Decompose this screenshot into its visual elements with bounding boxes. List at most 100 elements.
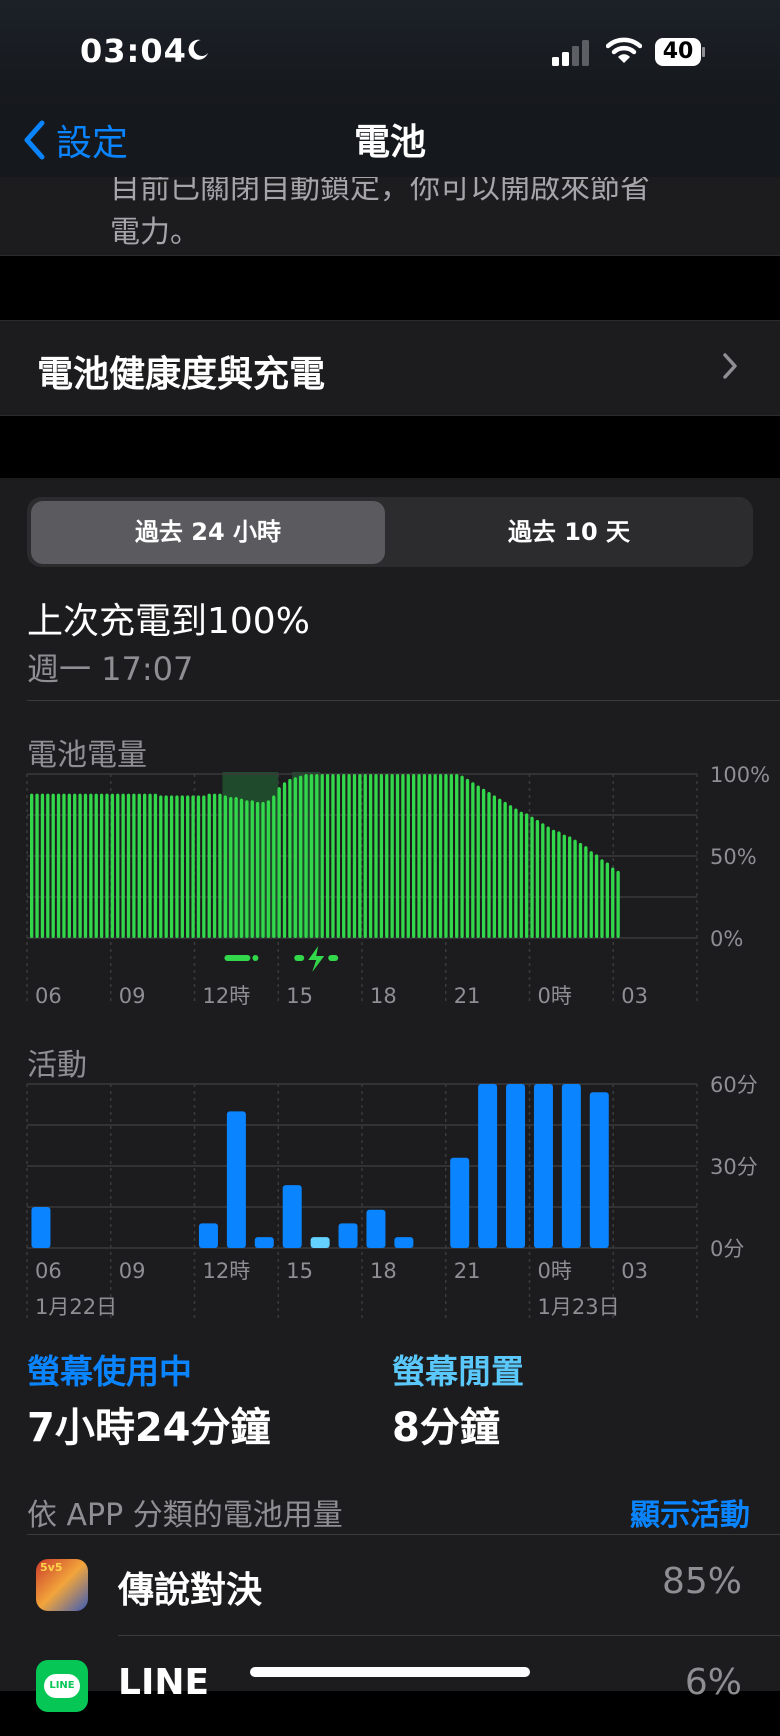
battery-x-label: 09 — [119, 984, 146, 1008]
battery-bar — [589, 851, 593, 938]
battery-bar — [40, 793, 45, 938]
last-charged-time: 週一 17:07 — [27, 650, 194, 688]
battery-bar — [277, 787, 281, 938]
battery-bar — [255, 801, 260, 938]
battery-bar — [239, 798, 244, 938]
battery-bar — [395, 774, 400, 938]
battery-bar — [67, 793, 71, 938]
activity-x-label: 03 — [621, 1259, 648, 1283]
battery-y-label-100: 100% — [710, 763, 770, 787]
segment-last-24-hours[interactable]: 過去 24 小時 — [31, 501, 385, 564]
activity-x-label: 21 — [454, 1259, 481, 1283]
battery-bar — [110, 793, 115, 938]
line-icon-bubble: LINE — [44, 1674, 80, 1698]
activity-chart: 06 09 12時 15 18 21 0時 03 1月22日 1月23日 60分 30分 0分 — [26, 1073, 758, 1319]
activity-x-label: 09 — [119, 1259, 146, 1283]
activity-x-label: 15 — [286, 1259, 313, 1283]
app-name: LINE — [118, 1662, 210, 1703]
battery-bar — [78, 793, 82, 938]
battery-bar — [137, 793, 141, 938]
auto-lock-note-clip: 目前已關閉自動鎖定，你可以開啟來節省 電力。 — [0, 177, 780, 255]
battery-bar — [266, 800, 271, 938]
battery-bar — [73, 793, 77, 938]
battery-bar — [51, 793, 55, 938]
battery-bar — [363, 774, 367, 938]
battery-bar — [379, 774, 384, 938]
focus-moon-icon — [188, 39, 208, 60]
home-indicator[interactable] — [250, 1667, 530, 1677]
battery-bar — [331, 774, 335, 938]
battery-bar — [503, 801, 507, 938]
battery-bar — [132, 793, 136, 938]
battery-bar — [508, 805, 513, 938]
battery-bar — [551, 829, 556, 938]
battery-level-text: 40 — [662, 39, 694, 64]
battery-bar — [433, 774, 437, 938]
battery-bar — [438, 774, 443, 938]
screen-idle-value: 8分鐘 — [392, 1405, 500, 1451]
screen-idle-bar — [310, 1237, 330, 1248]
battery-bar — [460, 775, 464, 938]
battery-bar — [196, 795, 201, 938]
battery-bar — [342, 774, 346, 938]
battery-bar — [320, 774, 324, 938]
battery-bar — [186, 795, 190, 938]
screen-active-label: 螢幕使用中 — [27, 1352, 192, 1391]
screen-active-bar — [450, 1157, 470, 1248]
battery-bar — [250, 800, 254, 938]
battery-bar — [546, 826, 550, 938]
battery-bar — [191, 795, 195, 938]
battery-bar — [487, 792, 491, 938]
battery-bar — [56, 793, 61, 938]
battery-bar — [471, 782, 475, 938]
line-app-icon: LINE — [36, 1660, 88, 1712]
battery-bar — [374, 774, 378, 938]
activity-x-label: 12時 — [203, 1259, 251, 1283]
segment-last-10-days[interactable]: 過去 10 天 — [392, 501, 746, 564]
battery-bar — [449, 774, 453, 938]
battery-bar — [272, 795, 276, 938]
screen-active-bar — [338, 1223, 358, 1248]
battery-bar — [116, 793, 120, 938]
activity-date-label: 1月22日 — [35, 1295, 117, 1319]
divider — [27, 700, 780, 701]
battery-bar — [578, 842, 583, 938]
battery-bar — [121, 793, 125, 938]
battery-indicator-icon: 40 — [655, 38, 705, 66]
battery-bar — [352, 774, 357, 938]
battery-bar — [299, 775, 303, 938]
screen-active-bar — [589, 1092, 609, 1248]
battery-bar — [358, 774, 362, 938]
cellular-signal-icon — [552, 40, 589, 66]
screen-active-value: 7小時24分鐘 — [27, 1405, 271, 1451]
show-activity-button[interactable]: 顯示活動 — [630, 1490, 750, 1534]
app-name: 傳說對決 — [118, 1570, 263, 1611]
battery-bar — [282, 782, 287, 938]
activity-y-label-60: 60分 — [710, 1073, 758, 1097]
battery-bar — [293, 777, 297, 938]
screen-active-bar — [394, 1237, 414, 1248]
battery-bar — [481, 788, 486, 938]
app-row-aov[interactable]: 5v5 傳說對決 85% — [0, 1535, 780, 1635]
app-row-line[interactable]: LINE LINE 6% — [0, 1636, 780, 1736]
battery-y-label-0: 0% — [710, 927, 743, 951]
battery-health-label: 電池健康度與充電 — [37, 354, 326, 395]
aov-icon-badge: 5v5 — [40, 1561, 63, 1574]
battery-bar — [406, 774, 410, 938]
battery-x-label: 15 — [286, 984, 313, 1008]
battery-bar — [455, 774, 459, 938]
activity-x-label: 18 — [370, 1259, 397, 1283]
battery-bar — [46, 793, 50, 938]
battery-bar — [605, 862, 610, 938]
battery-bar — [148, 793, 152, 938]
screen-active-bar — [254, 1237, 274, 1248]
aov-app-icon: 5v5 — [36, 1559, 88, 1611]
battery-bar — [202, 795, 206, 938]
screen-active-bar — [506, 1084, 526, 1248]
battery-bar — [535, 819, 540, 938]
auto-lock-note-line2: 電力。 — [110, 215, 200, 250]
screen-idle-label: 螢幕閒置 — [392, 1352, 524, 1391]
battery-bar — [390, 774, 394, 938]
status-time: 03:04 — [80, 32, 187, 70]
screen-active-bar — [366, 1209, 386, 1248]
